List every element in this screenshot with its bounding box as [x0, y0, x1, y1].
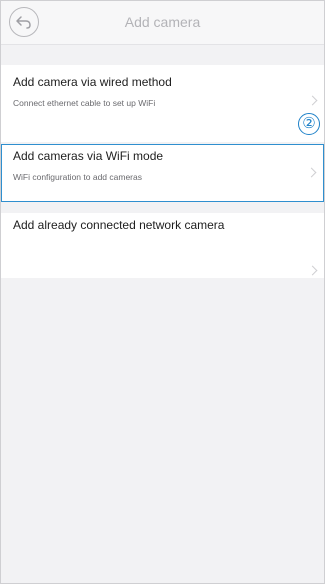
- option-wifi-mode[interactable]: Add cameras via WiFi mode WiFi configura…: [1, 144, 324, 202]
- option-wired-method[interactable]: Add camera via wired method Connect ethe…: [1, 65, 324, 142]
- chevron-right-icon: [307, 265, 318, 276]
- app-screen: Add camera Add camera via wired method C…: [0, 0, 325, 584]
- option-subtitle: Connect ethernet cable to set up WiFi: [13, 98, 156, 108]
- option-network-camera[interactable]: Add already connected network camera: [1, 213, 324, 278]
- nav-bar: Add camera: [1, 1, 324, 45]
- option-title: Add camera via wired method: [13, 75, 172, 89]
- page-title: Add camera: [124, 14, 201, 30]
- chevron-right-icon: [307, 95, 318, 106]
- option-title: Add cameras via WiFi mode: [13, 149, 164, 163]
- option-subtitle: WiFi configuration to add cameras: [13, 172, 142, 182]
- chevron-right-icon: [306, 167, 317, 178]
- step-number-badge: ②: [298, 113, 320, 135]
- option-title: Add already connected network camera: [13, 218, 225, 232]
